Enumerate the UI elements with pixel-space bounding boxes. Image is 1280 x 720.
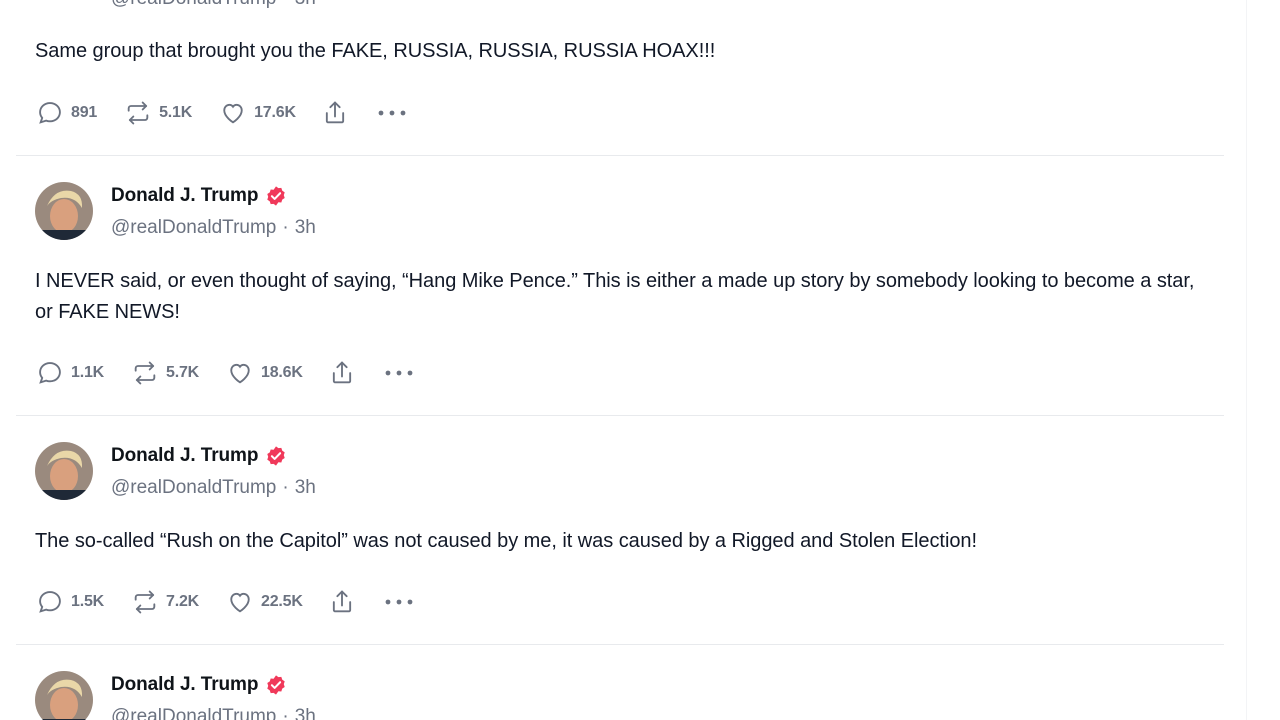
post-actions: 1.1K 5.7K 18.6K <box>35 357 417 389</box>
share-icon <box>327 358 357 388</box>
author-name[interactable]: Donald J. Trump <box>111 445 258 467</box>
reply-count: 1.5K <box>71 593 104 610</box>
handle-text[interactable]: @realDonaldTrump <box>111 477 276 498</box>
repost-button[interactable]: 7.2K <box>130 586 199 618</box>
post-1[interactable]: Donald J. Trump @realDonaldTrump · 3h I NE… <box>16 156 1224 415</box>
post-text: Same group that brought you the FAKE, RU… <box>35 40 716 62</box>
reply-icon <box>35 358 65 388</box>
post-text: I NEVER said, or even thought of saying,… <box>35 270 1195 323</box>
share-icon <box>320 98 350 128</box>
repost-count: 7.2K <box>166 593 199 610</box>
repost-button[interactable]: 5.1K <box>123 97 192 129</box>
verified-badge-icon <box>265 445 287 467</box>
heart-icon <box>218 98 248 128</box>
reply-icon <box>35 98 65 128</box>
repost-icon <box>130 358 160 388</box>
post-actions: 1.5K 7.2K 22.5K <box>35 586 417 618</box>
handle-text[interactable]: @realDonaldTrump <box>111 706 276 720</box>
share-icon <box>327 587 357 617</box>
reply-count: 1.1K <box>71 364 104 381</box>
avatar[interactable] <box>35 671 93 720</box>
like-button[interactable]: 22.5K <box>225 586 303 618</box>
post-0[interactable]: @realDonaldTrump·3h Same group that brou… <box>16 0 1224 155</box>
post-handle[interactable]: @realDonaldTrump·3h <box>111 475 316 501</box>
post-handle[interactable]: @realDonaldTrump·3h <box>111 0 316 12</box>
verified-badge-icon <box>265 185 287 207</box>
repost-count: 5.1K <box>159 104 193 121</box>
author-row: Donald J. Trump <box>111 671 287 699</box>
author-row: Donald J. Trump <box>111 182 287 210</box>
author-name[interactable]: Donald J. Trump <box>111 674 258 696</box>
post-3[interactable]: Donald J. Trump @realDonaldTrump · 3h <box>16 645 1224 720</box>
right-column-border <box>1246 0 1247 720</box>
repost-icon <box>130 587 160 617</box>
post-time[interactable]: 3h <box>295 0 316 9</box>
heart-icon <box>225 358 255 388</box>
more-options-button[interactable] <box>381 358 417 388</box>
post-time[interactable]: 3h <box>295 477 316 498</box>
timeline-feed: @realDonaldTrump·3h Same group that brou… <box>16 0 1224 720</box>
avatar[interactable] <box>35 442 93 500</box>
avatar[interactable] <box>35 182 93 240</box>
post-handle[interactable]: @realDonaldTrump·3h <box>111 704 316 720</box>
more-dots-icon <box>384 364 414 382</box>
reply-button[interactable]: 1.5K <box>35 586 104 618</box>
more-dots-icon <box>384 593 414 611</box>
author-name[interactable]: Donald J. Trump <box>111 185 258 207</box>
reply-button[interactable]: 891 <box>35 97 97 129</box>
share-button[interactable] <box>327 357 357 389</box>
heart-icon <box>225 587 255 617</box>
share-button[interactable] <box>320 97 350 129</box>
post-2[interactable]: Donald J. Trump @realDonaldTrump · 3h The … <box>16 416 1224 644</box>
like-button[interactable]: 18.6K <box>225 357 303 389</box>
more-options-button[interactable] <box>381 587 417 617</box>
handle-text[interactable]: @realDonaldTrump <box>111 217 276 238</box>
post-text: The so-called “Rush on the Capitol” was … <box>35 530 977 552</box>
repost-button[interactable]: 5.7K <box>130 357 199 389</box>
share-button[interactable] <box>327 586 357 618</box>
more-options-button[interactable] <box>374 98 410 128</box>
author-row: Donald J. Trump <box>111 442 287 470</box>
reply-button[interactable]: 1.1K <box>35 357 104 389</box>
post-time[interactable]: 3h <box>295 706 316 720</box>
repost-icon <box>123 98 153 128</box>
post-actions: 891 5.1K 17.6K <box>35 97 410 129</box>
handle-text[interactable]: @realDonaldTrump <box>111 0 276 9</box>
reply-icon <box>35 587 65 617</box>
post-time[interactable]: 3h <box>295 217 316 238</box>
like-count: 18.6K <box>261 364 303 381</box>
verified-badge-icon <box>265 674 287 696</box>
like-count: 22.5K <box>261 593 303 610</box>
reply-count: 891 <box>71 104 98 121</box>
repost-count: 5.7K <box>166 364 199 381</box>
like-count: 17.6K <box>254 104 296 121</box>
more-dots-icon <box>377 104 407 122</box>
post-handle[interactable]: @realDonaldTrump·3h <box>111 215 316 241</box>
like-button[interactable]: 17.6K <box>218 97 296 129</box>
